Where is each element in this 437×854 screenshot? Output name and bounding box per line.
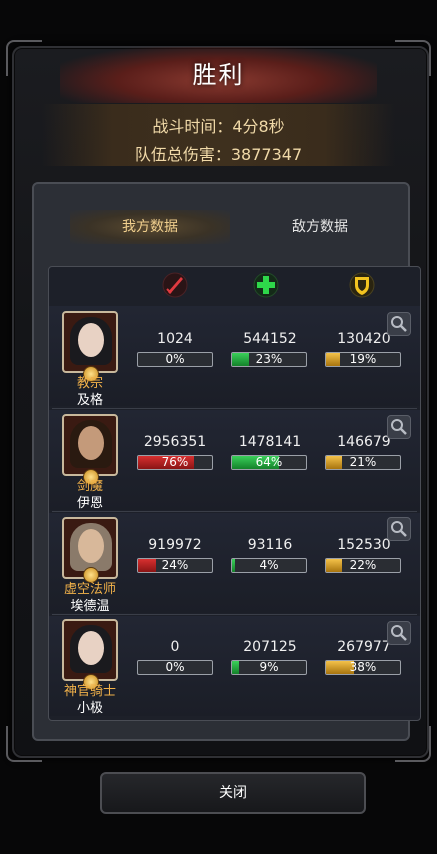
tank-share-bar: 21% — [325, 455, 401, 470]
row-divider — [52, 614, 417, 615]
damage-value: 0 — [170, 639, 180, 655]
heal-share-bar: 64% — [231, 455, 307, 470]
magnifier-icon[interactable] — [387, 517, 411, 541]
damage-share-bar: 0% — [137, 660, 213, 675]
tab-our-data[interactable]: 我方数据 — [70, 210, 230, 244]
heal-value: 93116 — [247, 537, 293, 553]
magnifier-icon[interactable] — [387, 415, 411, 439]
heal-share-bar: 23% — [231, 352, 307, 367]
damage-share-bar: 24% — [137, 558, 213, 573]
row-divider — [52, 408, 417, 409]
tank-share-bar: 38% — [325, 660, 401, 675]
heal-value: 544152 — [243, 331, 297, 347]
magnifier-icon[interactable] — [387, 312, 411, 336]
tank-share-bar: 19% — [325, 352, 401, 367]
row-divider — [52, 511, 417, 512]
damage-share-bar: 0% — [137, 352, 213, 367]
total-damage: 队伍总伤害：3877347 — [134, 145, 303, 164]
heal-share-bar: 9% — [231, 660, 307, 675]
healing-cross-icon — [253, 272, 279, 298]
damage-value: 2956351 — [143, 434, 207, 450]
hero-portrait[interactable] — [62, 311, 118, 373]
heal-value: 207125 — [243, 639, 297, 655]
tank-share-bar: 22% — [325, 558, 401, 573]
close-button[interactable]: 关闭 — [100, 772, 366, 814]
hero-name: 埃德温 — [70, 599, 110, 614]
hero-name: 小极 — [76, 701, 103, 716]
damage-value: 919972 — [148, 537, 202, 553]
dialog-title: 胜利 — [192, 61, 245, 89]
hero-name: 伊恩 — [76, 496, 103, 511]
hero-name: 及格 — [76, 393, 103, 408]
damage-value: 1024 — [157, 331, 193, 347]
battle-time: 战斗时间：4分8秒 — [152, 117, 285, 136]
damage-share-bar: 76% — [137, 455, 213, 470]
hero-portrait[interactable] — [62, 414, 118, 476]
magnifier-icon[interactable] — [387, 621, 411, 645]
tab-enemy-data[interactable]: 敌方数据 — [240, 210, 400, 244]
defense-shield-icon — [349, 272, 375, 298]
heal-value: 1478141 — [238, 434, 302, 450]
heal-share-bar: 4% — [231, 558, 307, 573]
damage-sword-icon — [162, 272, 188, 298]
hero-portrait[interactable] — [62, 619, 118, 681]
